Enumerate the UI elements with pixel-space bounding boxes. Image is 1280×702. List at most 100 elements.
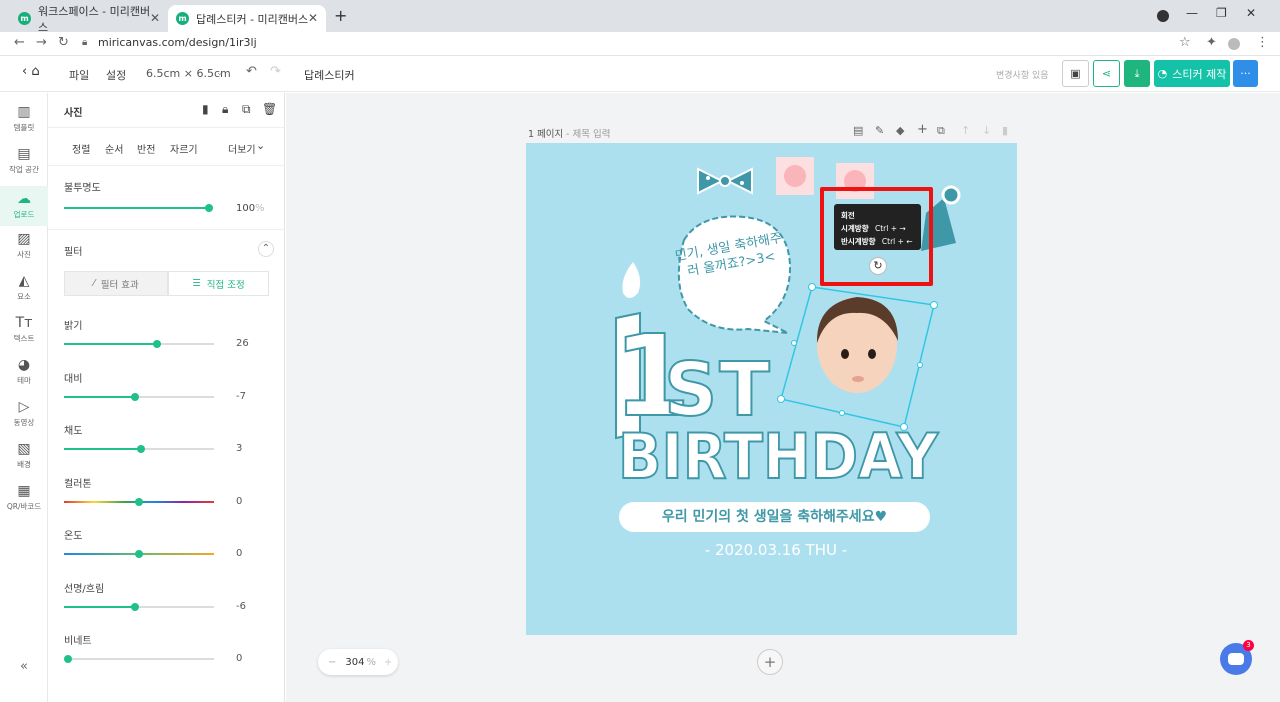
move-up-icon[interactable]: ↑ bbox=[961, 124, 970, 137]
menu-file[interactable]: 파일 bbox=[69, 67, 89, 83]
rail-item-upload[interactable]: ☁ 업로드 bbox=[0, 186, 48, 226]
reload-icon[interactable]: ↻ bbox=[58, 35, 69, 50]
adjust-value[interactable]: -6 bbox=[236, 601, 246, 612]
profile-menu-icon[interactable] bbox=[1157, 10, 1169, 22]
browser-tab[interactable]: m 워크스페이스 - 미리캔버스 ✕ bbox=[10, 5, 168, 34]
adjust-slider[interactable] bbox=[64, 602, 214, 611]
chat-support-button[interactable]: 3 bbox=[1220, 640, 1254, 675]
share-icon: ⋖ bbox=[1101, 67, 1112, 80]
rail-item-qr[interactable]: ▦ QR/바코드 bbox=[0, 478, 48, 518]
restore-icon[interactable]: ❐ bbox=[1216, 6, 1227, 20]
rail-item-workspace[interactable]: ▤ 작업 공간 bbox=[0, 141, 48, 181]
adjust-slider[interactable] bbox=[64, 550, 214, 558]
rail-item-text[interactable]: Tт 텍스트 bbox=[0, 310, 48, 350]
close-tab-icon[interactable]: ✕ bbox=[308, 11, 318, 25]
tab-flip[interactable]: 반전 bbox=[137, 141, 155, 156]
zoom-in-icon[interactable]: + bbox=[384, 657, 392, 668]
collapse-rail-icon[interactable]: « bbox=[20, 659, 28, 674]
fill-icon[interactable]: ◆ bbox=[896, 124, 904, 137]
sticker-make-button[interactable]: ◔ 스티커 제작 bbox=[1154, 60, 1230, 87]
direct-adjust-tab[interactable]: ☰ 직접 조정 bbox=[168, 271, 269, 296]
direct-adjust-label: 직접 조정 bbox=[206, 279, 245, 291]
adjust-value[interactable]: 0 bbox=[236, 653, 242, 664]
tab-align[interactable]: 정렬 bbox=[72, 141, 90, 156]
color-picker-icon[interactable]: ✎ bbox=[875, 124, 884, 137]
rail-item-background[interactable]: ▧ 배경 bbox=[0, 436, 48, 476]
adjust-slider[interactable] bbox=[64, 497, 214, 506]
share-button[interactable]: ⋖ bbox=[1093, 60, 1120, 87]
duplicate-icon[interactable]: ⧉ bbox=[242, 102, 251, 117]
undo-icon[interactable]: ↶ bbox=[246, 64, 257, 79]
rail-item-theme[interactable]: ◕ 테마 bbox=[0, 352, 48, 392]
opacity-slider[interactable] bbox=[64, 204, 213, 212]
zoom-out-icon[interactable]: − bbox=[328, 657, 336, 668]
page-title-input[interactable]: - 제목 입력 bbox=[566, 126, 610, 140]
design-artboard[interactable]: 민기, 생일 축하해주러 올꺼죠?>3< 1 ST BIRTHDAY 우리 민기… bbox=[526, 143, 1017, 635]
slider-knob[interactable] bbox=[130, 392, 139, 401]
adjust-value[interactable]: -7 bbox=[236, 391, 246, 402]
event-date[interactable]: - 2020.03.16 THU - bbox=[686, 541, 866, 559]
more-options[interactable]: 더보기 bbox=[228, 141, 256, 156]
filter-effect-tab[interactable]: ⁄ 필터 효과 bbox=[64, 271, 168, 296]
save-button[interactable]: ▣ bbox=[1062, 60, 1089, 87]
account-avatar-icon[interactable] bbox=[1228, 38, 1240, 50]
add-page-button[interactable]: + bbox=[757, 649, 783, 675]
slider-knob[interactable] bbox=[135, 497, 143, 506]
url-text[interactable]: miricanvas.com/design/1ir3lj bbox=[98, 36, 257, 49]
adjust-slider[interactable] bbox=[64, 655, 214, 663]
tab-crop[interactable]: 자르기 bbox=[170, 141, 198, 156]
forward-icon[interactable]: → bbox=[36, 35, 47, 50]
window-close-icon[interactable]: ✕ bbox=[1246, 6, 1256, 20]
move-down-icon[interactable]: ↓ bbox=[982, 124, 991, 137]
birthday-message[interactable]: 우리 민기의 첫 생일을 축하해주세요♥ bbox=[619, 502, 930, 532]
minimize-icon[interactable]: — bbox=[1186, 6, 1198, 20]
st-text[interactable]: ST bbox=[663, 352, 772, 428]
slider-knob[interactable] bbox=[153, 340, 161, 348]
slider-knob[interactable] bbox=[205, 204, 213, 212]
birthday-text[interactable]: BIRTHDAY bbox=[617, 425, 939, 489]
memo-icon[interactable]: ▤ bbox=[853, 124, 863, 137]
bookmark-star-icon[interactable]: ☆ bbox=[1179, 35, 1191, 50]
more-button[interactable]: ··· bbox=[1233, 60, 1258, 87]
opacity-value[interactable]: 100 bbox=[236, 203, 255, 214]
redo-icon[interactable]: ↷ bbox=[270, 64, 281, 79]
zoom-value[interactable]: 304 bbox=[345, 657, 364, 668]
rail-item-element[interactable]: ◭ 요소 bbox=[0, 268, 48, 308]
slider-knob[interactable] bbox=[136, 445, 145, 453]
chevron-down-icon[interactable]: ⌄ bbox=[216, 68, 224, 78]
extensions-icon[interactable]: ✦ bbox=[1206, 35, 1217, 50]
browser-tab-active[interactable]: m 답례스티커 - 미리캔버스 ✕ bbox=[168, 5, 326, 32]
slider-knob[interactable] bbox=[135, 550, 143, 558]
home-back-icon[interactable]: ‹ ⌂ bbox=[22, 64, 40, 79]
document-title[interactable]: 답례스티커 bbox=[304, 67, 355, 83]
lock-element-icon[interactable]: 🔒︎ bbox=[222, 102, 228, 117]
rail-item-video[interactable]: ▷ 동영상 bbox=[0, 394, 48, 434]
rail-item-template[interactable]: ▥ 템플릿 bbox=[0, 99, 48, 139]
browser-menu-icon[interactable]: ⋮ bbox=[1256, 35, 1269, 50]
tab-order[interactable]: 순서 bbox=[105, 141, 123, 156]
copy-page-icon[interactable]: ⧉ bbox=[937, 124, 945, 138]
rail-item-photo[interactable]: ▨ 사진 bbox=[0, 226, 48, 266]
chevron-down-icon[interactable]: ⌄ bbox=[256, 139, 265, 152]
adjust-slider[interactable] bbox=[64, 445, 214, 453]
download-button[interactable]: ⤓ bbox=[1124, 60, 1150, 87]
adjust-value[interactable]: 26 bbox=[236, 338, 249, 349]
delete-icon[interactable]: 🗑︎ bbox=[262, 102, 277, 116]
new-tab-icon[interactable]: + bbox=[334, 6, 347, 25]
slider-knob[interactable] bbox=[130, 602, 139, 611]
close-tab-icon[interactable]: ✕ bbox=[150, 11, 160, 25]
tooltip-title: 회전 bbox=[841, 211, 855, 220]
menu-settings[interactable]: 설정 bbox=[106, 67, 126, 83]
adjust-value[interactable]: 0 bbox=[236, 496, 242, 507]
adjust-slider[interactable] bbox=[64, 340, 214, 348]
delete-page-icon[interactable]: ▮ bbox=[1002, 124, 1008, 137]
adjust-slider[interactable] bbox=[64, 392, 214, 401]
rail-label: 템플릿 bbox=[13, 123, 35, 132]
collapse-filter-icon[interactable]: ⌃ bbox=[258, 241, 274, 257]
back-icon[interactable]: ← bbox=[14, 35, 25, 50]
add-page-icon[interactable]: + bbox=[917, 122, 928, 137]
paint-style-icon[interactable]: ▮ bbox=[202, 102, 209, 116]
slider-knob[interactable] bbox=[64, 655, 72, 663]
adjust-value[interactable]: 3 bbox=[236, 443, 242, 454]
adjust-value[interactable]: 0 bbox=[236, 548, 242, 559]
